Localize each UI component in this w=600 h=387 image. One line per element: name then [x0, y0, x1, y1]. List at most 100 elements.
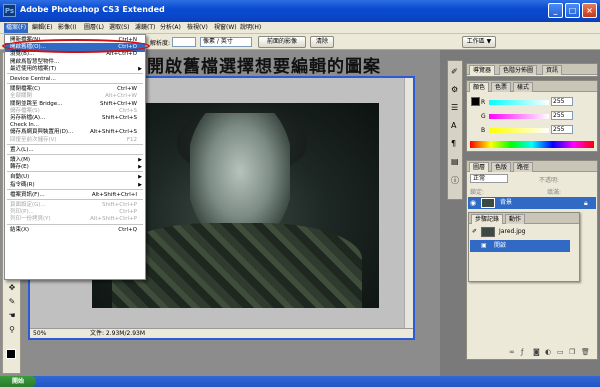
new-group-icon[interactable]: ▭	[557, 347, 564, 357]
history-panel: 步驟記錄 動作 ✐ Jared.jpg ▣ 開啟	[468, 212, 580, 282]
resolution-input[interactable]	[172, 37, 196, 47]
taskbar: 開始	[0, 376, 600, 387]
menu-item-label: 結束(X)	[10, 226, 30, 233]
menu-file[interactable]: 檔案(F)	[4, 23, 29, 33]
menu-separator	[7, 188, 143, 190]
file-menu-item[interactable]: 結束(X) Ctrl+Q	[5, 226, 145, 235]
tab-navigator[interactable]: 導覽器	[469, 65, 496, 75]
lock-label: 鎖定:	[470, 189, 485, 196]
color-spectrum-bar[interactable]	[470, 141, 594, 148]
menu-item-shortcut: Ctrl+Q	[118, 226, 137, 233]
brush-panel-icon[interactable]: ✐	[451, 67, 458, 76]
layer-name: 背景	[500, 199, 513, 206]
document-status-bar: 50% 文件: 2.93M/2.93M	[30, 328, 413, 338]
menu-separator	[7, 199, 143, 200]
green-slider[interactable]	[489, 114, 549, 119]
menu-view[interactable]: 檢視(V)	[185, 23, 210, 33]
trash-icon[interactable]: 🗑︎	[581, 347, 590, 357]
foreground-color-chip[interactable]	[471, 97, 480, 106]
layer-thumbnail	[481, 198, 495, 208]
layer-style-icon[interactable]: ƒ	[521, 347, 523, 357]
color-panel: 顏色 色票 樣式 R 255 G 255 B 255	[466, 80, 598, 152]
menu-separator	[7, 83, 143, 85]
close-button[interactable]: ×	[582, 3, 597, 18]
info-icon[interactable]: ⓘ	[451, 175, 459, 186]
history-snapshot-row[interactable]: ✐ Jared.jpg	[470, 226, 580, 238]
layer-mask-icon[interactable]: ◙	[533, 347, 540, 357]
navigator-panel: 導覽器 色階分佈圖 資訊	[466, 63, 598, 77]
foreground-color-swatch[interactable]	[6, 349, 16, 359]
start-button[interactable]: 開始	[0, 376, 36, 387]
menu-image[interactable]: 影像(I)	[56, 23, 78, 33]
collapsed-panel-strip: ✐ ⚙ ☰ A ¶ ▤ ⓘ	[447, 60, 463, 200]
menu-bar: 檔案(F) 編輯(E) 影像(I) 圖層(L) 選取(S) 濾鏡(T) 分析(A…	[0, 22, 600, 34]
photoshop-logo-icon: Ps	[3, 4, 16, 17]
eyedropper-tool-icon[interactable]: ✎	[6, 297, 18, 307]
blend-mode-select[interactable]: 正常	[470, 174, 508, 183]
tab-actions[interactable]: 動作	[505, 214, 526, 224]
menu-edit[interactable]: 編輯(E)	[30, 23, 54, 33]
clear-button[interactable]: 清除	[310, 36, 334, 48]
red-value-input[interactable]: 255	[551, 97, 573, 106]
tab-channels[interactable]: 色版	[491, 162, 512, 172]
front-image-button[interactable]: 前面的影像	[258, 36, 306, 48]
link-layers-icon[interactable]: ∞	[509, 347, 515, 357]
green-value-input[interactable]: 255	[551, 111, 573, 120]
red-slider[interactable]	[489, 100, 549, 105]
minimize-button[interactable]: _	[548, 3, 563, 18]
menu-window[interactable]: 視窗(W)	[212, 23, 239, 33]
clone-source-icon[interactable]: ⚙	[451, 85, 458, 94]
zoom-tool-icon[interactable]: ⚲	[6, 325, 18, 335]
tab-info[interactable]: 資訊	[542, 65, 563, 75]
adjustment-layer-icon[interactable]: ◐	[545, 347, 551, 357]
menu-separator	[7, 154, 143, 155]
menu-separator	[7, 223, 143, 225]
menu-select[interactable]: 選取(S)	[107, 23, 132, 33]
document-size-info[interactable]: 文件: 2.93M/2.93M	[90, 329, 145, 338]
maximize-button[interactable]: □	[565, 3, 580, 18]
layers-footer-buttons: ∞ ƒ ◙ ◐ ▭ ❐ 🗑︎	[469, 347, 595, 357]
menu-separator	[7, 73, 143, 74]
layer-visibility-eye-icon[interactable]: ◉	[470, 197, 476, 209]
move-tool-icon[interactable]: ✥	[6, 283, 18, 293]
blue-slider[interactable]	[489, 128, 549, 133]
menu-filter[interactable]: 濾鏡(T)	[133, 23, 157, 33]
tab-color[interactable]: 顏色	[469, 82, 490, 92]
tab-layers[interactable]: 圖層	[469, 162, 490, 172]
snapshot-thumbnail	[481, 227, 495, 237]
document-scrollbar[interactable]	[404, 78, 413, 330]
open-step-icon: ▣	[481, 242, 487, 249]
layer-row-background[interactable]: ◉ 背景 🔒︎	[468, 197, 596, 209]
fill-label: 填滿:	[547, 189, 562, 196]
zoom-level[interactable]: 50%	[33, 329, 46, 338]
tab-histogram[interactable]: 色階分佈圖	[499, 65, 538, 75]
menu-layer[interactable]: 圖層(L)	[82, 23, 106, 33]
snapshot-name: Jared.jpg	[499, 228, 526, 235]
layer-comps-icon[interactable]: ▤	[451, 157, 459, 166]
blue-channel-label: B	[481, 127, 486, 134]
character-panel-icon[interactable]: A	[451, 121, 456, 130]
tab-paths[interactable]: 路徑	[513, 162, 534, 172]
history-step-row[interactable]: ▣ 開啟	[470, 240, 570, 252]
menu-help[interactable]: 說明(H)	[238, 23, 263, 33]
menu-analysis[interactable]: 分析(A)	[158, 23, 183, 33]
tab-history[interactable]: 步驟記錄	[471, 214, 504, 224]
workspace-button[interactable]: 工作區 ▼	[462, 36, 496, 48]
new-layer-icon[interactable]: ❐	[569, 347, 575, 357]
history-brush-icon: ✐	[472, 228, 478, 235]
menu-separator	[7, 171, 143, 173]
title-bar: Ps Adobe Photoshop CS3 Extended _ □ ×	[0, 0, 600, 22]
paragraph-panel-icon[interactable]: ¶	[451, 139, 456, 148]
tab-styles[interactable]: 樣式	[513, 82, 534, 92]
window-title: Adobe Photoshop CS3 Extended	[20, 5, 165, 14]
resolution-label: 解析度:	[150, 40, 171, 47]
tool-presets-icon[interactable]: ☰	[451, 103, 458, 112]
hand-tool-icon[interactable]: ☚	[6, 311, 18, 321]
file-menu-dropdown: 開新檔案(N)... Ctrl+N 開啟舊檔(O)... Ctrl+O 瀏覽(B)...…	[4, 34, 146, 280]
red-channel-label: R	[481, 99, 486, 106]
blue-value-input[interactable]: 255	[551, 125, 573, 134]
resolution-unit-select[interactable]: 像素 / 英寸	[200, 37, 252, 47]
highlight-annotation-oval	[2, 39, 150, 53]
tutorial-caption: 開啟舊檔選擇想要編輯的圖案	[147, 57, 381, 77]
tab-swatches[interactable]: 色票	[491, 82, 512, 92]
